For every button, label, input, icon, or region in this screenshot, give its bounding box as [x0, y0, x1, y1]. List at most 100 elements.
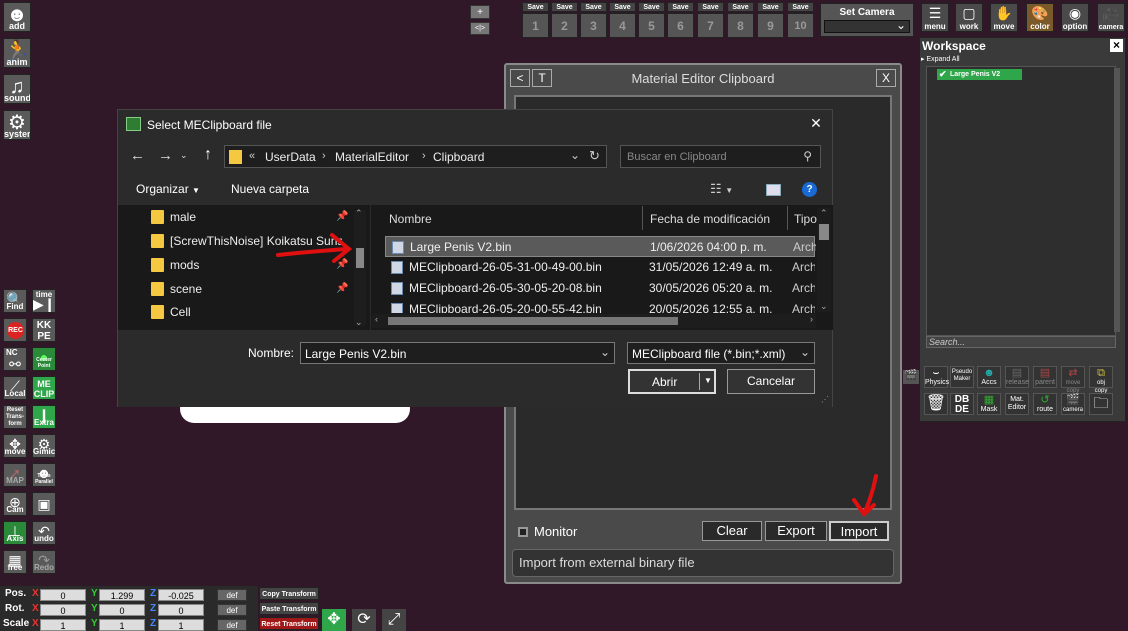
column-header-type[interactable]: Tipo — [794, 212, 817, 226]
set-camera-dropdown[interactable]: Set Camera ⌄ — [820, 3, 914, 37]
mask-button[interactable]: ▦ Mask — [977, 393, 1001, 415]
save-slot-5[interactable]: Save 5 — [638, 2, 665, 38]
kkpe-button[interactable]: KK PE — [32, 318, 56, 342]
free-button[interactable]: ▦ free — [3, 550, 27, 574]
file-row[interactable]: MEClipboard-26-05-30-05-20-08.bin 30/05/2… — [385, 278, 815, 299]
redo-button[interactable]: ↷ Redo — [32, 550, 56, 574]
file-hscrollbar[interactable]: ‹ › — [372, 314, 816, 328]
option-button[interactable]: ◉ option — [1061, 3, 1089, 32]
file-row[interactable]: MEClipboard-26-05-20-00-55-42.bin 20/05/2… — [385, 299, 815, 313]
move-button[interactable]: ✋ move — [990, 3, 1018, 32]
rec-button[interactable]: REC — [3, 318, 27, 342]
copy-transform-button[interactable]: Copy Transform — [259, 587, 319, 600]
open-button[interactable]: Abrir ▼ — [628, 369, 716, 394]
color-button[interactable]: 🎨 color — [1026, 3, 1054, 32]
rot-z-input[interactable]: 0 — [158, 604, 204, 616]
file-vscrollbar[interactable]: ⌃ ⌄ — [817, 208, 831, 312]
address-bar[interactable]: « UserData › MaterialEditor › Clipboard … — [224, 145, 607, 168]
workspace-search[interactable]: Search... — [926, 336, 1116, 348]
file-row[interactable]: MEClipboard-26-05-31-00-49-00.bin 31/05/2… — [385, 257, 815, 278]
nav-item-scene[interactable]: scene 📌 — [148, 277, 368, 301]
preview-pane-icon[interactable] — [766, 184, 781, 196]
save-slot-10[interactable]: Save 10 — [787, 2, 814, 38]
release-button[interactable]: ▤ release — [1005, 366, 1029, 388]
add-button[interactable]: ☻ add — [3, 2, 31, 32]
me-clip-button[interactable]: ME CLIP — [32, 376, 56, 400]
pos-def-button[interactable]: def — [217, 589, 247, 601]
breadcrumb-clipboard[interactable]: Clipboard — [433, 150, 484, 164]
file-hscroll-thumb[interactable] — [388, 317, 678, 325]
pseudo-maker-button[interactable]: Pseudo Maker — [950, 366, 974, 388]
time-button[interactable]: ▶❙ time — [32, 289, 56, 313]
caret-down-icon[interactable]: ▼ — [704, 376, 712, 385]
gizmo-scale-button[interactable]: ⤢ — [382, 609, 406, 631]
accs-button[interactable]: ☻ Accs — [977, 366, 1001, 388]
reset-transform-bottom-button[interactable]: Reset Transform — [259, 617, 319, 630]
save-slot-2[interactable]: Save 2 — [551, 2, 578, 38]
refresh-icon[interactable]: ↻ — [589, 148, 600, 164]
nav-item-cell[interactable]: Cell — [148, 300, 368, 322]
center-point-button[interactable]: ● Center Point — [32, 347, 56, 371]
folder-button[interactable]: 🗀 — [1089, 393, 1113, 415]
menu-button[interactable]: ☰ menu — [921, 3, 949, 32]
extra-button[interactable]: ❙ Extra — [32, 405, 56, 429]
file-type-select[interactable]: MEClipboard file (*.bin;*.xml) ⌄ — [627, 342, 815, 364]
clear-button[interactable]: Clear — [702, 521, 762, 541]
monitor-checkbox[interactable] — [518, 527, 528, 537]
system-button[interactable]: ⚙system — [3, 110, 31, 140]
route-button[interactable]: ↺ route — [1033, 393, 1057, 415]
mat-editor-button[interactable]: Mat. Editor — [1005, 393, 1029, 415]
import-button[interactable]: Import — [829, 521, 889, 541]
local-button[interactable]: ⟋ Local — [3, 376, 27, 400]
organize-button[interactable]: Organizar ▼ — [136, 182, 200, 196]
back-nav-button[interactable]: ← — [130, 147, 145, 164]
workspace-close-button[interactable]: × — [1110, 39, 1123, 52]
history-dropdown[interactable]: ⌄ — [180, 150, 188, 161]
paste-transform-button[interactable]: Paste Transform — [259, 602, 319, 615]
filename-input[interactable]: Large Penis V2.bin ⌄ — [300, 342, 615, 364]
arrows-button[interactable]: <|> — [470, 22, 490, 35]
scale-z-input[interactable]: 1 — [158, 619, 204, 631]
save-slot-1[interactable]: Save 1 — [522, 2, 549, 38]
save-slot-3[interactable]: Save 3 — [580, 2, 607, 38]
trans-parallel-button[interactable]: ☻ Trans Parallel — [32, 463, 56, 487]
parent-button[interactable]: ▤ parent — [1033, 366, 1057, 388]
view-options-button[interactable]: ☷ ▼ — [710, 181, 733, 197]
search-input[interactable]: Buscar en Clipboard ⚲ — [620, 145, 821, 168]
rot-x-input[interactable]: 0 — [40, 604, 86, 616]
dialog-close-button[interactable]: ✕ — [806, 115, 826, 133]
column-header-name[interactable]: Nombre — [389, 212, 432, 226]
save-slot-8[interactable]: Save 8 — [727, 2, 754, 38]
save-slot-6[interactable]: Save 6 — [667, 2, 694, 38]
new-folder-button[interactable]: Nueva carpeta — [231, 182, 309, 196]
gizmo-move-button[interactable]: ✥ — [322, 609, 346, 631]
work-button[interactable]: ▢ work — [955, 3, 983, 32]
rot-def-button[interactable]: def — [217, 604, 247, 616]
camera-obj-button[interactable]: 🎬 camera — [1061, 393, 1085, 415]
save-scene-button[interactable]: ▣ — [32, 492, 56, 516]
set-camera-select[interactable]: ⌄ — [824, 18, 910, 33]
camera-button[interactable]: 🎥 camera — [1097, 3, 1125, 32]
chevron-down-icon[interactable]: ⌄ — [570, 148, 580, 162]
nc-button[interactable]: ⚯ NC — [3, 347, 27, 371]
zoom-plus-button[interactable]: + — [470, 5, 490, 19]
resize-grip-icon[interactable]: ⋰ — [821, 395, 829, 404]
physics-button[interactable]: ⌣ Physics — [924, 366, 949, 388]
gimick-button[interactable]: ⚙Gimick — [32, 434, 56, 458]
file-row-selected[interactable]: Large Penis V2.bin 1/06/2026 04:00 p. m. A… — [385, 236, 816, 257]
cancel-button[interactable]: Cancelar — [727, 369, 815, 394]
export-button[interactable]: Export — [765, 521, 827, 541]
scale-def-button[interactable]: def — [217, 619, 247, 631]
workspace-scrollbar[interactable] — [1114, 68, 1120, 332]
move-tool-button[interactable]: ✥ move — [3, 434, 27, 458]
cam-button[interactable]: ⊕ Cam — [3, 492, 27, 516]
reset-transform-button[interactable]: Reset Trans-form — [3, 405, 27, 429]
anim-button[interactable]: 🏃 anim — [3, 38, 31, 68]
gizmo-rotate-button[interactable]: ⟳ — [352, 609, 376, 631]
save-slot-7[interactable]: Save 7 — [697, 2, 724, 38]
sound-button[interactable]: ♫ sound — [3, 74, 31, 104]
me-close-button[interactable]: X — [876, 69, 896, 87]
scale-x-input[interactable]: 1 — [40, 619, 86, 631]
forward-nav-button[interactable]: → — [158, 147, 173, 164]
scale-y-input[interactable]: 1 — [99, 619, 145, 631]
